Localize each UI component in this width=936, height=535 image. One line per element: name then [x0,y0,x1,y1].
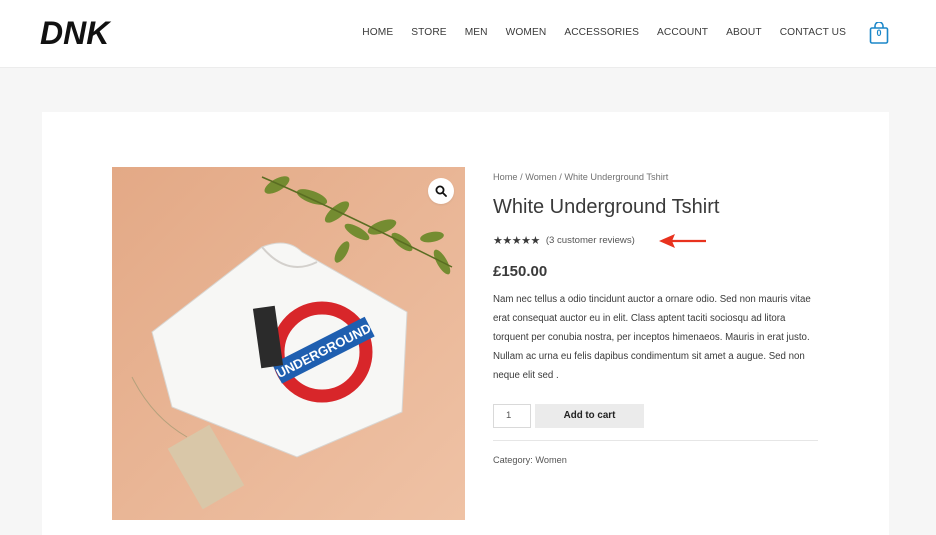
product-description: Nam nec tellus a odio tincidunt auctor a… [493,294,811,381]
nav-contact-us[interactable]: CONTACT US [780,27,846,38]
search-icon [435,185,447,197]
arrow-left-icon [659,234,706,248]
product-image[interactable]: UNDERGROUND [112,167,465,520]
reviews-link[interactable]: (3 customer reviews) [546,235,635,246]
star-rating: ★★★★★ [493,235,540,247]
nav-accessories[interactable]: ACCESSORIES [564,27,639,38]
tshirt-photo: UNDERGROUND [112,167,465,520]
site-header: DNK HOME STORE MEN WOMEN ACCESSORIES ACC… [0,0,936,68]
product-category: Category: Women [493,455,567,465]
divider [493,440,818,441]
main-nav: HOME STORE MEN WOMEN ACCESSORIES ACCOUNT… [344,27,846,38]
product-title: White Underground Tshirt [493,196,720,218]
category-label: Category: [493,455,533,465]
category-link[interactable]: Women [535,455,567,465]
add-to-cart-button[interactable]: Add to cart [535,404,644,428]
nav-women[interactable]: WOMEN [506,27,547,38]
breadcrumb-women[interactable]: Women [525,172,557,182]
product-price: £150.00 [493,263,548,280]
cart-button[interactable]: 0 [869,21,889,44]
breadcrumb-home[interactable]: Home [493,172,518,182]
breadcrumb: Home / Women / White Underground Tshirt [493,172,668,182]
nav-home[interactable]: HOME [362,27,393,38]
nav-store[interactable]: STORE [411,27,446,38]
breadcrumb-current: White Underground Tshirt [564,172,669,182]
nav-account[interactable]: ACCOUNT [657,27,708,38]
nav-about[interactable]: ABOUT [726,27,762,38]
quantity-input[interactable]: 1 [493,404,531,428]
nav-men[interactable]: MEN [465,27,488,38]
product-rating: ★★★★★ (3 customer reviews) [493,234,635,247]
logo[interactable]: DNK [40,14,126,50]
cart-count: 0 [876,28,882,38]
zoom-button[interactable] [428,178,454,204]
svg-text:DNK: DNK [40,15,112,50]
